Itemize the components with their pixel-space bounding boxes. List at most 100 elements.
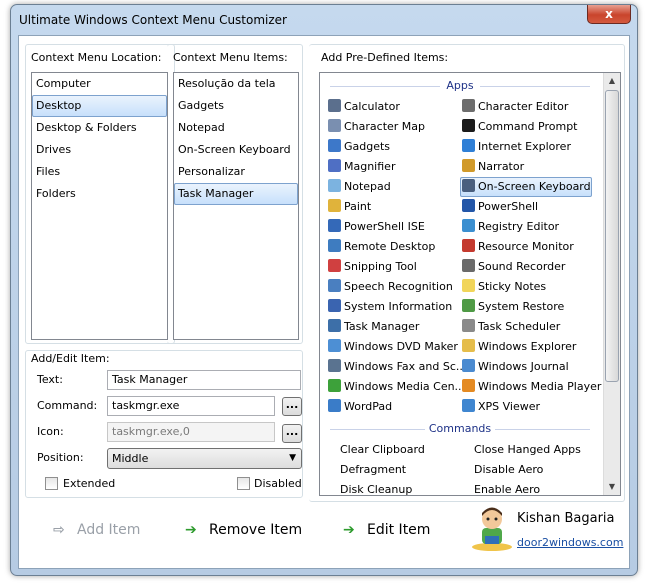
command-browse-button[interactable]: ... <box>282 397 302 416</box>
location-list-item[interactable]: Folders <box>32 183 167 205</box>
predefined-app-item[interactable]: XPS Viewer <box>460 397 592 417</box>
main-window: Ultimate Windows Context Menu Customizer… <box>10 4 638 576</box>
command-field[interactable]: taskmgr.exe <box>107 396 275 416</box>
predefined-app-item[interactable]: Magnifier <box>326 157 458 177</box>
predefined-app-item[interactable]: Windows Fax and Sc... <box>326 357 466 377</box>
paint-icon <box>328 199 341 212</box>
title-bar[interactable]: Ultimate Windows Context Menu Customizer… <box>11 5 637 35</box>
predefined-command-item[interactable]: Defragment <box>326 460 456 480</box>
predefined-command-item[interactable]: Close Hanged Apps <box>460 440 590 460</box>
scroll-down-icon[interactable]: ▼ <box>604 479 620 495</box>
text-field[interactable]: Task Manager <box>107 370 301 390</box>
task-scheduler-icon <box>462 319 475 332</box>
location-list-item[interactable]: Desktop <box>32 95 167 117</box>
media-center-icon <box>328 379 341 392</box>
predefined-command-item[interactable]: Disable Aero <box>460 460 590 480</box>
character-editor-icon <box>462 99 475 112</box>
predefined-scrollbar[interactable]: ▲ ▼ <box>603 73 620 495</box>
predefined-app-item[interactable]: Windows DVD Maker <box>326 337 458 357</box>
predefined-app-label: Internet Explorer <box>478 140 571 153</box>
predefined-app-item[interactable]: Windows Explorer <box>460 337 592 357</box>
location-group-label: Context Menu Location: <box>31 51 162 64</box>
predefined-app-item[interactable]: Speech Recognition <box>326 277 458 297</box>
predefined-app-item[interactable]: System Restore <box>460 297 592 317</box>
predefined-app-item[interactable]: Notepad <box>326 177 458 197</box>
predefined-app-item[interactable]: Windows Media Player <box>460 377 601 397</box>
fax-scan-icon <box>328 359 341 372</box>
menu-items-list-item[interactable]: Notepad <box>174 117 298 139</box>
predefined-list[interactable]: Apps Commands ▲ ▼ Calculator Character Ed… <box>319 72 621 496</box>
predefined-app-label: PowerShell ISE <box>344 220 425 233</box>
sticky-notes-icon <box>462 279 475 292</box>
position-dropdown[interactable]: Middle ▼ <box>107 448 302 469</box>
predefined-app-label: Calculator <box>344 100 400 113</box>
predefined-app-item[interactable]: WordPad <box>326 397 458 417</box>
predefined-app-item[interactable]: Snipping Tool <box>326 257 458 277</box>
author-link[interactable]: door2windows.com <box>517 536 623 549</box>
predefined-app-item[interactable]: Resource Monitor <box>460 237 592 257</box>
predefined-app-label: Sticky Notes <box>478 280 547 293</box>
icon-label: Icon: <box>37 425 64 438</box>
predefined-app-item[interactable]: Task Manager <box>326 317 458 337</box>
calculator-icon <box>328 99 341 112</box>
predefined-app-item[interactable]: Sound Recorder <box>460 257 592 277</box>
predefined-app-item[interactable]: Windows Media Cen... <box>326 377 465 397</box>
menu-items-list-item[interactable]: Gadgets <box>174 95 298 117</box>
windows-journal-icon <box>462 359 475 372</box>
menu-items-list[interactable]: Resolução da tela Gadgets Notepad On-Screen… <box>173 72 299 340</box>
predefined-app-item[interactable]: Sticky Notes <box>460 277 592 297</box>
predefined-command-item[interactable]: Clear Clipboard <box>326 440 456 460</box>
predefined-app-item[interactable]: Paint <box>326 197 458 217</box>
predefined-app-label: WordPad <box>344 400 393 413</box>
extended-checkbox[interactable] <box>45 477 58 490</box>
location-list[interactable]: Computer Desktop Desktop & Folders Drives Fi… <box>31 72 168 340</box>
scrollbar-thumb[interactable] <box>605 90 619 382</box>
predefined-app-item[interactable]: Character Editor <box>460 97 592 117</box>
close-icon: x <box>605 7 613 21</box>
command-prompt-icon <box>462 119 475 132</box>
predefined-app-item[interactable]: Registry Editor <box>460 217 592 237</box>
predefined-app-item[interactable]: Calculator <box>326 97 458 117</box>
icon-field[interactable]: taskmgr.exe,0 <box>107 422 275 442</box>
predefined-app-item[interactable]: PowerShell <box>460 197 592 217</box>
remove-item-button[interactable]: ➔ Remove Item <box>185 520 302 540</box>
menu-items-list-item[interactable]: Personalizar <box>174 161 298 183</box>
command-label: Command: <box>37 399 98 412</box>
predefined-app-label: Task Manager <box>344 320 420 333</box>
location-list-item[interactable]: Drives <box>32 139 167 161</box>
menu-items-list-item[interactable]: Task Manager <box>174 183 298 205</box>
location-list-item[interactable]: Files <box>32 161 167 183</box>
predefined-app-item[interactable]: Task Scheduler <box>460 317 592 337</box>
predefined-app-item[interactable]: Windows Journal <box>460 357 592 377</box>
client-area: Context Menu Location: Computer Desktop De… <box>18 35 630 569</box>
menu-items-list-item[interactable]: On-Screen Keyboard <box>174 139 298 161</box>
edit-item-button[interactable]: ➔ Edit Item <box>343 520 430 540</box>
predefined-app-label: Windows Fax and Sc... <box>344 360 467 373</box>
predefined-app-label: Notepad <box>344 180 391 193</box>
speech-recognition-icon <box>328 279 341 292</box>
location-list-item[interactable]: Computer <box>32 73 167 95</box>
icon-browse-button[interactable]: ... <box>282 424 302 443</box>
menu-items-group-label: Context Menu Items: <box>173 51 288 64</box>
predefined-app-item[interactable]: Internet Explorer <box>460 137 592 157</box>
disabled-checkbox[interactable] <box>237 477 250 490</box>
scroll-up-icon[interactable]: ▲ <box>604 73 620 89</box>
predefined-command-item[interactable]: Disk Cleanup <box>326 480 456 495</box>
close-button[interactable]: x <box>587 5 631 24</box>
author-name: Kishan Bagaria <box>517 511 615 526</box>
predefined-app-item[interactable]: System Information <box>326 297 458 317</box>
predefined-app-item[interactable]: PowerShell ISE <box>326 217 458 237</box>
predefined-app-item[interactable]: Gadgets <box>326 137 458 157</box>
predefined-app-item[interactable]: Character Map <box>326 117 458 137</box>
predefined-command-item[interactable]: Enable Aero <box>460 480 590 495</box>
predefined-app-item[interactable]: Command Prompt <box>460 117 592 137</box>
predefined-app-item[interactable]: On-Screen Keyboard <box>460 177 592 197</box>
predefined-app-item[interactable]: Remote Desktop <box>326 237 458 257</box>
predefined-app-label: Gadgets <box>344 140 391 153</box>
predefined-app-item[interactable]: Narrator <box>460 157 592 177</box>
predefined-app-label: XPS Viewer <box>478 400 541 413</box>
location-list-item[interactable]: Desktop & Folders <box>32 117 167 139</box>
add-item-button[interactable]: ⇨ Add Item <box>53 520 140 540</box>
menu-items-list-item[interactable]: Resolução da tela <box>174 73 298 95</box>
narrator-icon <box>462 159 475 172</box>
